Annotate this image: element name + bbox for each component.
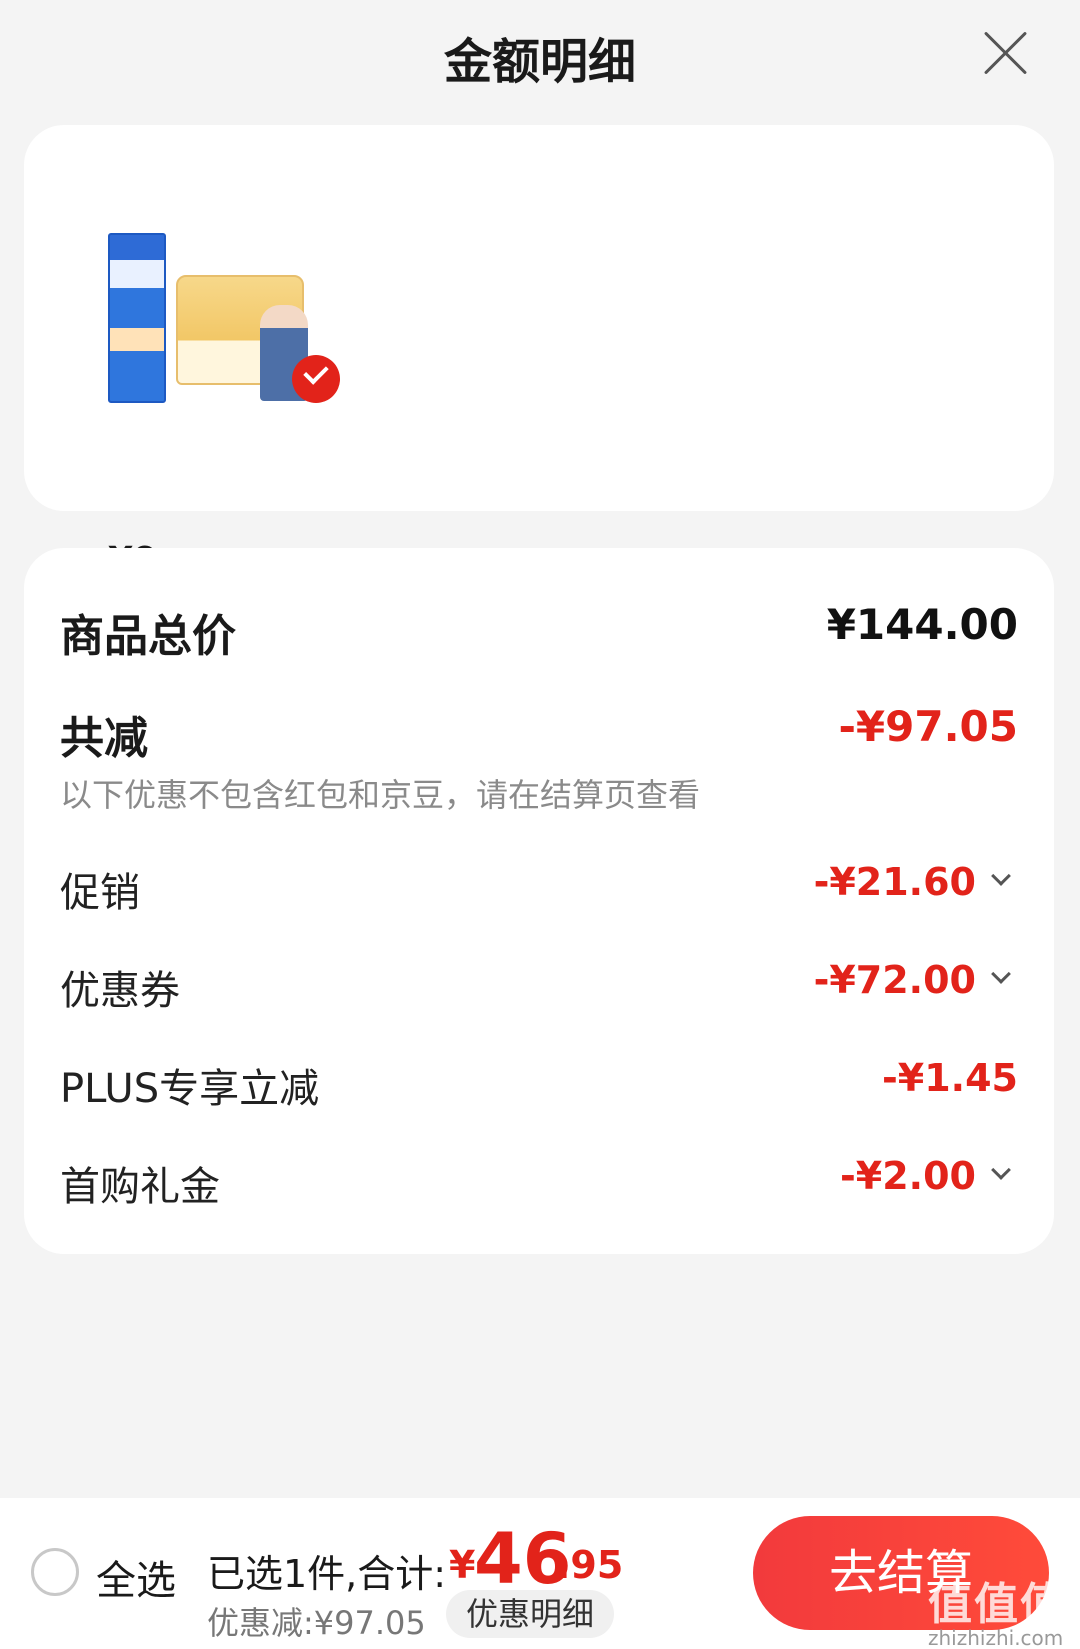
discount-item-value: -¥2.00 bbox=[840, 1154, 976, 1198]
total-value: ¥144.00 bbox=[826, 600, 1018, 649]
discount-item-label: PLUS专享立减 bbox=[60, 1066, 320, 1112]
discount-item-first-purchase[interactable]: 首购礼金 -¥2.00 bbox=[60, 1154, 1018, 1210]
product-image[interactable] bbox=[84, 165, 340, 405]
page-title: 金额明细 bbox=[443, 34, 636, 90]
discount-item-label: 促销 bbox=[60, 870, 140, 916]
watermark-url: zhizhizhi.com bbox=[928, 1626, 1064, 1649]
header: 金额明细 bbox=[0, 0, 1080, 110]
discount-item-value-wrap: -¥21.60 bbox=[813, 860, 1011, 904]
total-amount-dec: .95 bbox=[556, 1543, 624, 1587]
discount-item-value-wrap: -¥72.00 bbox=[813, 958, 1011, 1002]
close-icon[interactable] bbox=[980, 28, 1030, 78]
milk-box-image bbox=[108, 233, 166, 403]
product-card: ¥9.39 x5 bbox=[24, 125, 1054, 581]
discount-item-promotion[interactable]: 促销 -¥21.60 bbox=[60, 860, 1018, 916]
discount-item-value: -¥72.00 bbox=[813, 958, 976, 1002]
total-currency: ¥ bbox=[449, 1543, 476, 1587]
chevron-down-icon[interactable] bbox=[991, 1160, 1011, 1180]
checkout-bar: 全选 已选1件,合计: ¥ 46 .95 优惠减:¥97.05 优惠明细 去结算… bbox=[0, 1498, 1080, 1649]
reduce-value: -¥97.05 bbox=[838, 702, 1018, 751]
total-label: 商品总价 bbox=[60, 611, 236, 662]
selected-check-icon[interactable] bbox=[292, 355, 340, 403]
discount-item-value-wrap: -¥2.00 bbox=[840, 1154, 1011, 1198]
discount-total-text: 优惠减:¥97.05 bbox=[207, 1604, 426, 1642]
chevron-down-icon[interactable] bbox=[991, 866, 1011, 886]
discount-item-label: 优惠券 bbox=[60, 968, 180, 1014]
total-row: 商品总价 ¥144.00 bbox=[60, 600, 1018, 662]
discount-note: 以下优惠不包含红包和京豆，请在结算页查看 bbox=[60, 776, 701, 814]
reduce-label: 共减 bbox=[60, 713, 148, 764]
reduce-row: 共减 -¥97.05 bbox=[60, 702, 1018, 764]
discount-detail-button[interactable]: 优惠明细 bbox=[446, 1590, 615, 1638]
discount-item-coupon[interactable]: 优惠券 -¥72.00 bbox=[60, 958, 1018, 1014]
discount-item-value: -¥1.45 bbox=[882, 1056, 1018, 1100]
discount-item-plus: PLUS专享立减 -¥1.45 bbox=[60, 1056, 1018, 1112]
chevron-down-icon[interactable] bbox=[991, 964, 1011, 984]
select-all-label[interactable]: 全选 bbox=[96, 1548, 176, 1606]
selected-count-text: 已选1件,合计: bbox=[207, 1552, 447, 1596]
note-row: 以下优惠不包含红包和京豆，请在结算页查看 bbox=[60, 770, 1018, 814]
select-all-radio[interactable] bbox=[31, 1548, 79, 1596]
discount-item-label: 首购礼金 bbox=[60, 1164, 220, 1210]
discount-item-value: -¥21.60 bbox=[813, 860, 976, 904]
price-summary-card: 商品总价 ¥144.00 共减 -¥97.05 以下优惠不包含红包和京豆，请在结… bbox=[24, 548, 1054, 1254]
watermark-logo: 值值值 bbox=[928, 1579, 1066, 1630]
